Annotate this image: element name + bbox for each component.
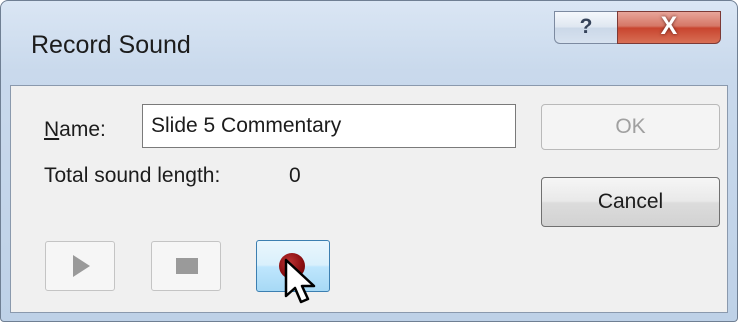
dialog-body: Name: Total sound length: 0 OK Cancel bbox=[10, 85, 728, 313]
close-button[interactable]: X bbox=[617, 11, 721, 44]
help-button[interactable]: ? bbox=[554, 11, 617, 44]
stop-icon bbox=[176, 258, 198, 274]
record-sound-dialog: Record Sound ? X Name: Total sound lengt… bbox=[0, 0, 738, 322]
stop-button[interactable] bbox=[151, 241, 221, 291]
play-icon bbox=[73, 255, 90, 277]
total-length-label: Total sound length: bbox=[44, 164, 221, 187]
dialog-title: Record Sound bbox=[31, 31, 191, 59]
name-label: Name: bbox=[44, 118, 106, 142]
close-icon: X bbox=[660, 12, 678, 40]
mouse-pointer-icon bbox=[284, 258, 316, 304]
name-label-mnemonic: N bbox=[44, 118, 60, 141]
help-icon: ? bbox=[579, 15, 593, 38]
total-length-value: 0 bbox=[289, 164, 301, 187]
name-input[interactable] bbox=[142, 104, 516, 148]
name-label-text: ame: bbox=[59, 118, 106, 141]
cancel-button[interactable]: Cancel bbox=[541, 177, 720, 227]
ok-button[interactable]: OK bbox=[541, 104, 720, 150]
play-button[interactable] bbox=[45, 241, 115, 291]
